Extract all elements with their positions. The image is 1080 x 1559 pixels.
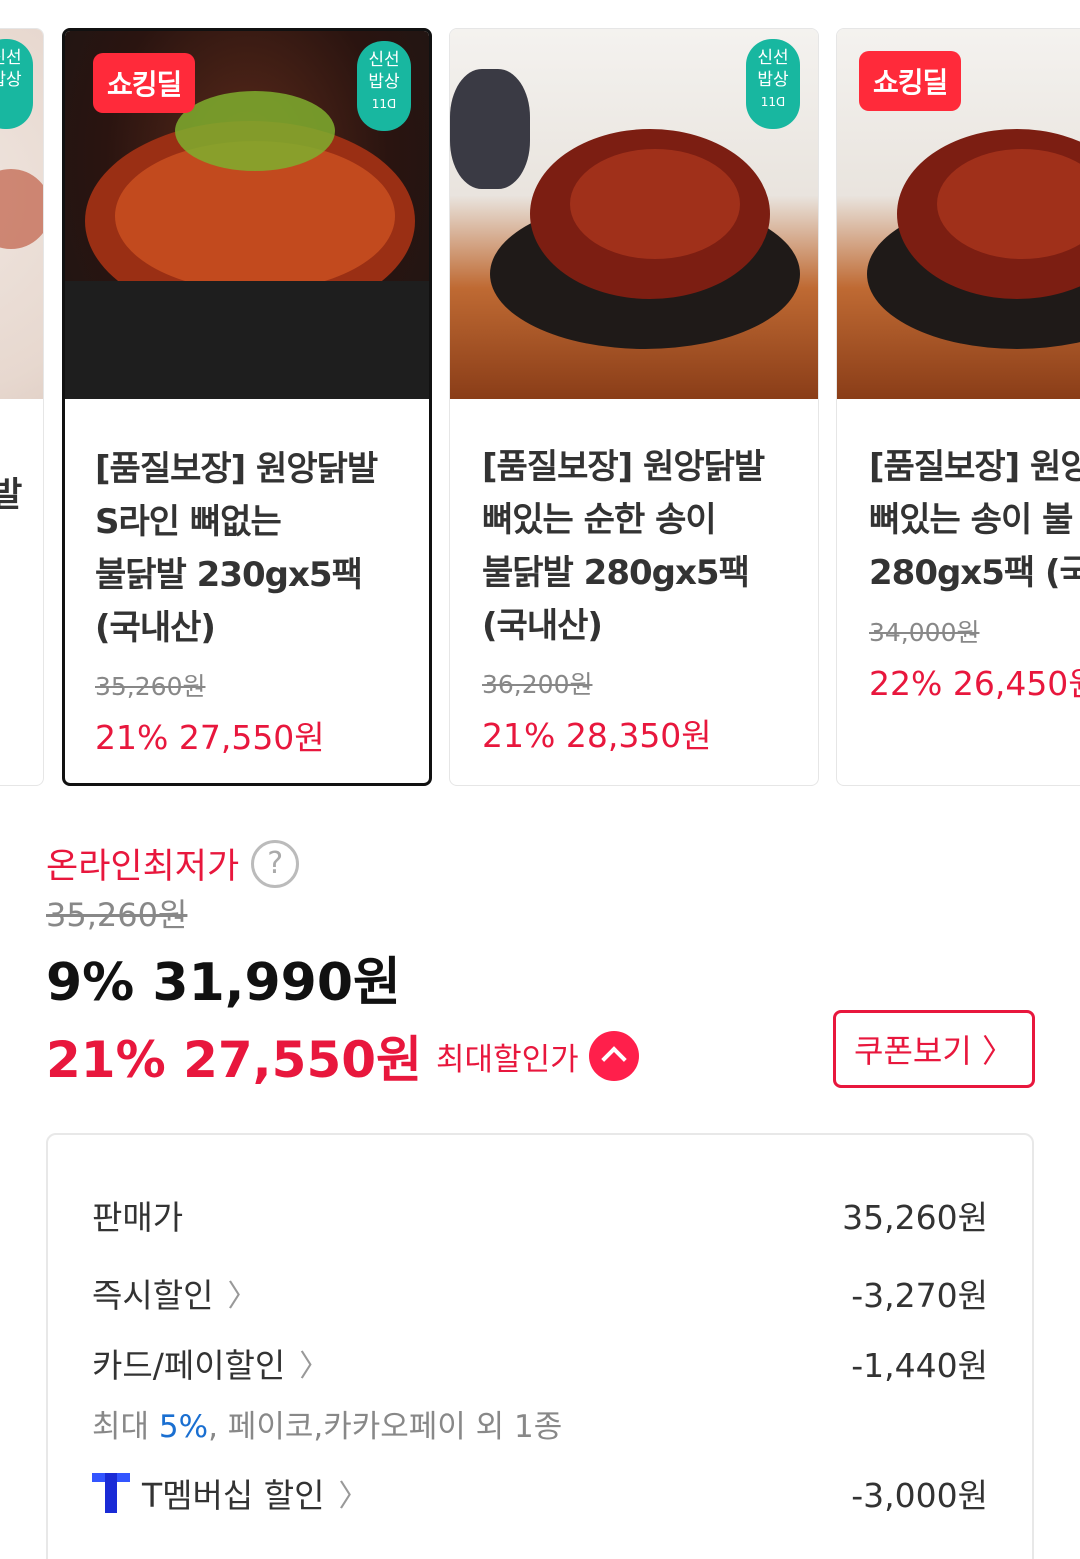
chevron-right-icon: 〉 [299, 1349, 330, 1384]
shocking-deal-badge: 쇼킹딜 [93, 53, 196, 113]
card-discount-row[interactable]: 카드/페이할인 〉 -1,440원 [92, 1339, 988, 1387]
tmembership-discount-row[interactable]: T멤버십 할인 〉 -3,000원 [92, 1469, 988, 1517]
sale-price-value: 35,260원 [842, 1198, 988, 1237]
fresh-badge: 신선 밥상 11ᗡ [357, 41, 411, 131]
product-card-1[interactable]: 쇼킹딜 신선 밥상 11ᗡ [품질보장] 원앙닭발 S라인 뼈없는 불닭발 23… [62, 28, 432, 786]
product-title: [품질보장] 원앙닭발 뼈있는 순한 송이 불닭발 280gx5팩 (국내산) [482, 447, 765, 646]
card-discount-value: -1,440원 [851, 1346, 988, 1385]
card-discount-label: 카드/페이할인 [92, 1346, 286, 1385]
instant-discount-value: -3,270원 [851, 1276, 988, 1315]
product-title: [품질보장] 원앙 뼈있는 송이 불 280gx5팩 (국 [869, 447, 1080, 593]
card-discount-detail: 최대 5%, 페이코,카카오페이 외 1종 [92, 1409, 563, 1445]
product-image: 신선 밥상 [0, 29, 43, 399]
instant-discount-row[interactable]: 즉시할인 〉 -3,270원 [92, 1269, 988, 1317]
fresh-badge: 신선 밥상 [0, 39, 33, 129]
product-card-2[interactable]: 신선 밥상 11ᗡ [품질보장] 원앙닭발 뼈있는 순한 송이 불닭발 280g… [449, 28, 819, 786]
chevron-right-icon: 〉 [338, 1479, 369, 1514]
chevron-right-icon: 〉 [227, 1279, 258, 1314]
help-icon[interactable]: ? [251, 839, 300, 888]
tmembership-label: T멤버십 할인 [142, 1476, 325, 1515]
original-price: 36,200원 [482, 670, 593, 699]
instant-discount-label: 즉시할인 [92, 1276, 214, 1315]
product-image: 신선 밥상 11ᗡ [450, 29, 818, 399]
sale-price: 21% 27,550원 [95, 718, 325, 757]
sale-price-label: 판매가 [92, 1198, 184, 1237]
product-title: [품질보장] 원앙닭발 S라인 뼈없는 불닭발 230gx5팩 (국내산) [95, 449, 378, 648]
t-membership-logo-icon [92, 1473, 130, 1513]
product-title-fragment: 발 [0, 469, 29, 522]
max-discount-label: 최대할인가 [436, 1041, 579, 1078]
product-image: 쇼킹딜 신선 밥상 11ᗡ [65, 31, 429, 399]
price-breakdown-box: 판매가 35,260원 즉시할인 〉 -3,270원 카드/페이할인 〉 -1,… [46, 1133, 1034, 1559]
discount-rate-highlight: 5% [158, 1409, 209, 1445]
product-image: 쇼킹딜 [837, 29, 1080, 399]
lowest-price-label-row: 온라인최저가 ? [46, 838, 300, 889]
current-price: 9% 31,990원 [46, 953, 401, 1013]
product-card-partial-left[interactable]: 신선 밥상 발 [0, 28, 44, 786]
fresh-badge: 신선 밥상 11ᗡ [746, 39, 800, 129]
lowest-price-label: 온라인최저가 [46, 847, 240, 887]
shocking-deal-badge: 쇼킹딜 [859, 51, 962, 111]
sale-price-row: 판매가 35,260원 [92, 1191, 988, 1239]
original-price: 35,260원 [95, 672, 206, 701]
sale-price: 21% 28,350원 [482, 716, 712, 755]
original-price: 35,260원 [46, 896, 188, 934]
max-discount-row: 21% 27,550원 최대할인가 [46, 1020, 639, 1092]
product-card-3[interactable]: 쇼킹딜 [품질보장] 원앙 뼈있는 송이 불 280gx5팩 (국 34,000… [836, 28, 1080, 786]
max-discount-price: 21% 27,550원 [46, 1031, 423, 1089]
view-coupons-button[interactable]: 쿠폰보기 〉 [833, 1010, 1035, 1088]
tmembership-value: -3,000원 [851, 1476, 988, 1515]
product-carousel[interactable]: 신선 밥상 발 쇼킹딜 신선 밥상 11ᗡ [품질보장] 원앙닭발 S라인 뼈없… [0, 0, 1080, 800]
original-price: 34,000원 [869, 618, 980, 647]
sale-price: 22% 26,450원 [869, 664, 1080, 703]
chevron-up-icon[interactable] [588, 1031, 639, 1081]
